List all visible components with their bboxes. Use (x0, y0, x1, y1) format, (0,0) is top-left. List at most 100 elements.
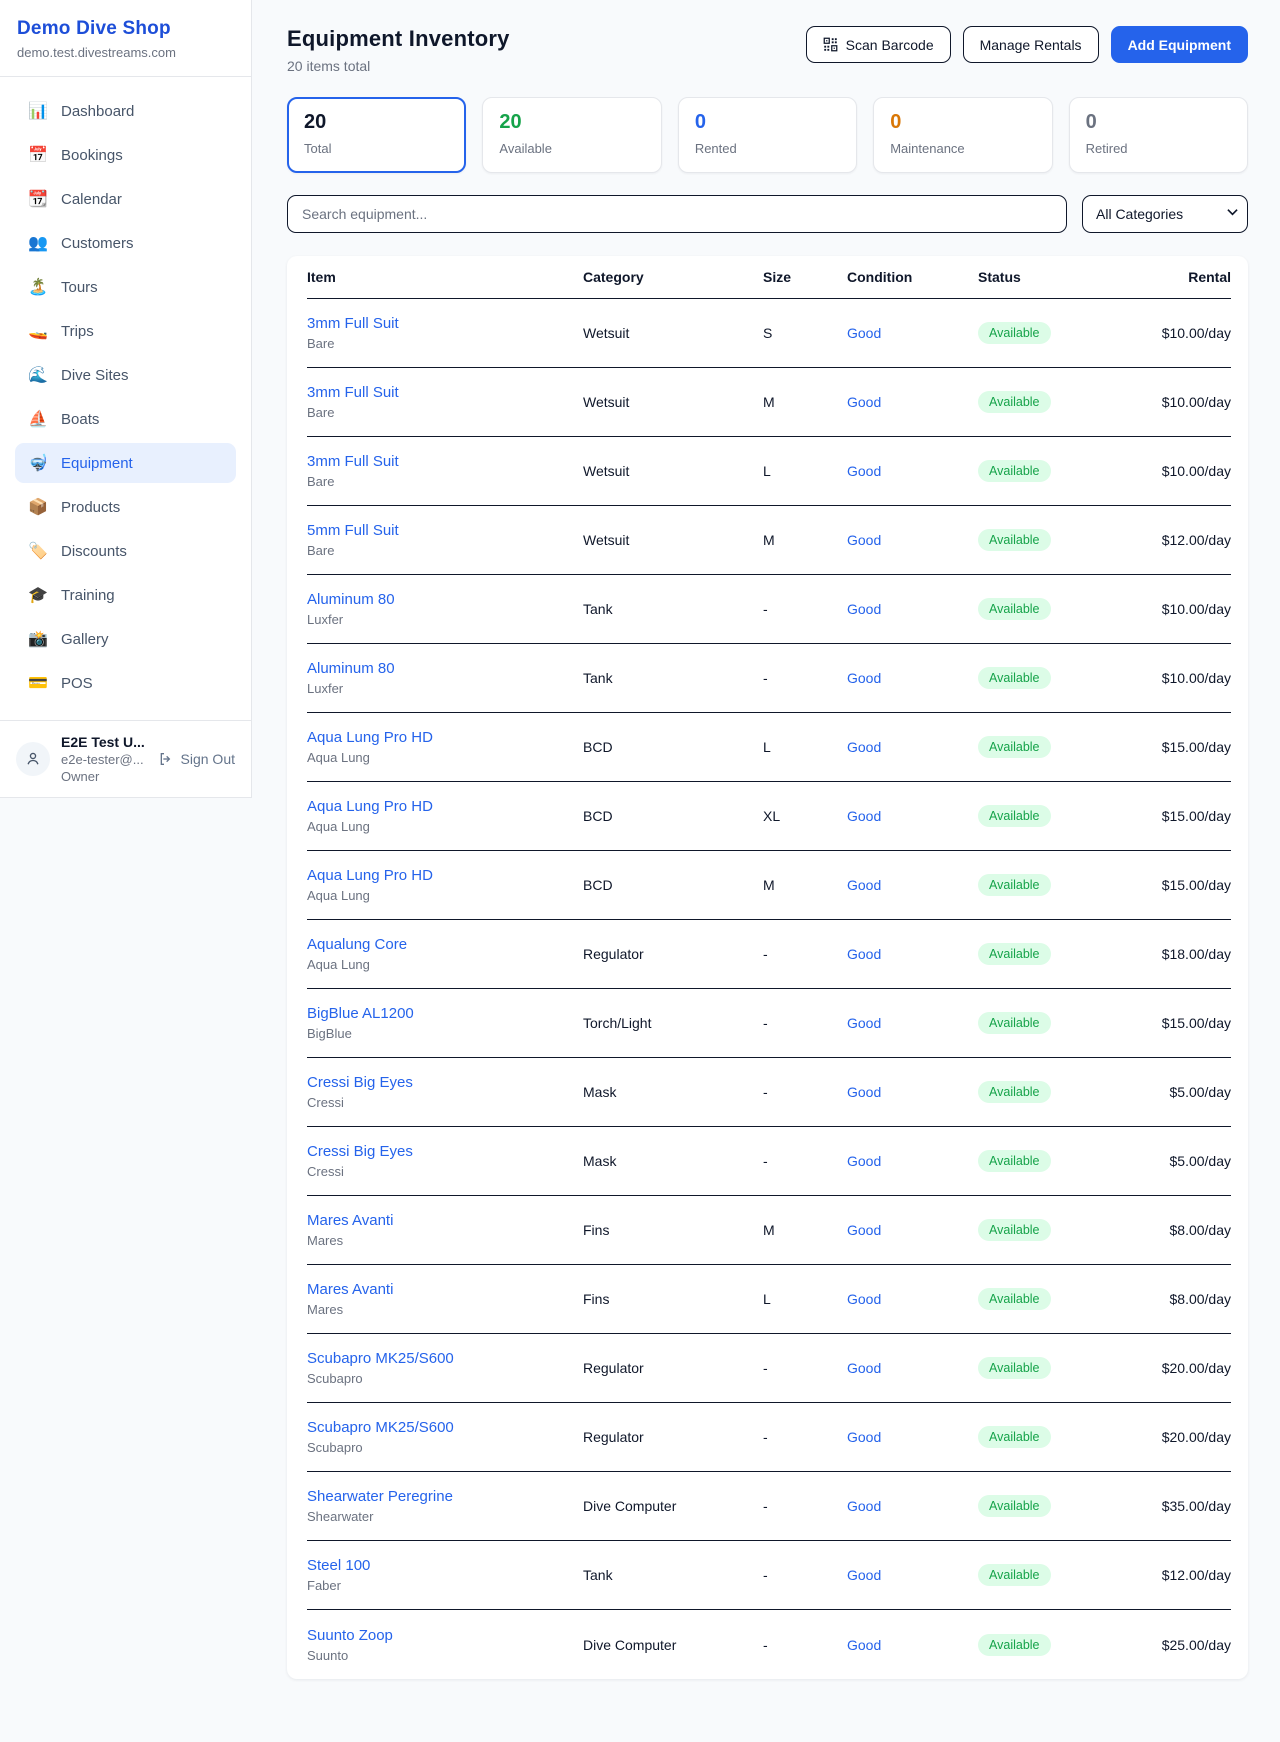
stat-card-rented[interactable]: 0 Rented (678, 97, 857, 173)
gallery-icon: 📸 (28, 629, 48, 649)
item-name-link[interactable]: Cressi Big Eyes (307, 1143, 583, 1160)
sidebar-item-calendar[interactable]: 📆 Calendar (15, 179, 236, 219)
rental-cell: $10.00/day (1155, 601, 1231, 617)
status-cell: Available (978, 874, 1155, 896)
condition-link[interactable]: Good (847, 1222, 978, 1238)
table-row: Steel 100 Faber Tank - Good Available $1… (307, 1541, 1231, 1610)
status-badge: Available (978, 460, 1051, 482)
condition-link[interactable]: Good (847, 1360, 978, 1376)
item-brand: Cressi (307, 1095, 583, 1110)
column-header-status: Status (978, 269, 1155, 285)
sidebar-item-bookings[interactable]: 📅 Bookings (15, 135, 236, 175)
item-name-link[interactable]: Suunto Zoop (307, 1627, 583, 1644)
condition-link[interactable]: Good (847, 670, 978, 686)
rental-cell: $8.00/day (1155, 1291, 1231, 1307)
sidebar-item-equipment[interactable]: 🤿 Equipment (15, 443, 236, 483)
condition-link[interactable]: Good (847, 946, 978, 962)
add-equipment-button[interactable]: Add Equipment (1111, 26, 1248, 63)
equipment-icon: 🤿 (28, 453, 48, 473)
column-header-item: Item (307, 269, 583, 285)
sidebar-item-tours[interactable]: 🏝️ Tours (15, 267, 236, 307)
sidebar-item-pos[interactable]: 💳 POS (15, 663, 236, 703)
sidebar-item-customers[interactable]: 👥 Customers (15, 223, 236, 263)
sidebar-item-discounts[interactable]: 🏷️ Discounts (15, 531, 236, 571)
user-icon (24, 750, 42, 768)
size-cell: - (763, 1084, 847, 1100)
item-name-link[interactable]: Aqualung Core (307, 936, 583, 953)
item-name-link[interactable]: Shearwater Peregrine (307, 1488, 583, 1505)
item-name-link[interactable]: Aluminum 80 (307, 660, 583, 677)
sidebar-item-gallery[interactable]: 📸 Gallery (15, 619, 236, 659)
sign-out-icon (158, 751, 174, 767)
condition-link[interactable]: Good (847, 532, 978, 548)
size-cell: - (763, 1015, 847, 1031)
item-name-link[interactable]: 3mm Full Suit (307, 384, 583, 401)
status-cell: Available (978, 1564, 1155, 1586)
sidebar-item-boats[interactable]: ⛵ Boats (15, 399, 236, 439)
item-name-link[interactable]: 3mm Full Suit (307, 315, 583, 332)
scan-barcode-button[interactable]: Scan Barcode (806, 26, 951, 63)
condition-link[interactable]: Good (847, 394, 978, 410)
size-cell: - (763, 1360, 847, 1376)
item-brand: Bare (307, 336, 583, 351)
status-badge: Available (978, 805, 1051, 827)
condition-link[interactable]: Good (847, 601, 978, 617)
item-name-link[interactable]: Aqua Lung Pro HD (307, 729, 583, 746)
condition-link[interactable]: Good (847, 1637, 978, 1653)
table-row: Aqua Lung Pro HD Aqua Lung BCD L Good Av… (307, 713, 1231, 782)
table-row: Aluminum 80 Luxfer Tank - Good Available… (307, 575, 1231, 644)
status-cell: Available (978, 529, 1155, 551)
condition-link[interactable]: Good (847, 1498, 978, 1514)
sidebar-item-products[interactable]: 📦 Products (15, 487, 236, 527)
category-cell: Fins (583, 1222, 763, 1238)
table-row: Aqua Lung Pro HD Aqua Lung BCD XL Good A… (307, 782, 1231, 851)
manage-rentals-button[interactable]: Manage Rentals (963, 26, 1099, 63)
items-count: 20 items total (287, 58, 510, 74)
condition-link[interactable]: Good (847, 1084, 978, 1100)
condition-link[interactable]: Good (847, 877, 978, 893)
item-name-link[interactable]: Mares Avanti (307, 1212, 583, 1229)
sign-out-button[interactable]: Sign Out (158, 751, 235, 767)
item-name-link[interactable]: Scubapro MK25/S600 (307, 1419, 583, 1436)
item-cell: Cressi Big Eyes Cressi (307, 1074, 583, 1110)
item-name-link[interactable]: Aluminum 80 (307, 591, 583, 608)
item-cell: Aluminum 80 Luxfer (307, 591, 583, 627)
stat-card-available[interactable]: 20 Available (482, 97, 661, 173)
item-name-link[interactable]: Steel 100 (307, 1557, 583, 1574)
status-badge: Available (978, 391, 1051, 413)
condition-link[interactable]: Good (847, 739, 978, 755)
item-cell: Mares Avanti Mares (307, 1281, 583, 1317)
condition-link[interactable]: Good (847, 1153, 978, 1169)
stat-card-retired[interactable]: 0 Retired (1069, 97, 1248, 173)
equipment-table: Item Category Size Condition Status Rent… (287, 256, 1248, 1679)
size-cell: - (763, 1498, 847, 1514)
sidebar-item-training[interactable]: 🎓 Training (15, 575, 236, 615)
category-select[interactable]: All Categories (1082, 195, 1248, 233)
sidebar-item-dive-sites[interactable]: 🌊 Dive Sites (15, 355, 236, 395)
stat-card-total[interactable]: 20 Total (287, 97, 466, 173)
condition-link[interactable]: Good (847, 1291, 978, 1307)
size-cell: - (763, 1429, 847, 1445)
item-name-link[interactable]: Scubapro MK25/S600 (307, 1350, 583, 1367)
condition-link[interactable]: Good (847, 1567, 978, 1583)
item-name-link[interactable]: Aqua Lung Pro HD (307, 867, 583, 884)
status-cell: Available (978, 1357, 1155, 1379)
sidebar-item-trips[interactable]: 🚤 Trips (15, 311, 236, 351)
condition-link[interactable]: Good (847, 1429, 978, 1445)
condition-link[interactable]: Good (847, 463, 978, 479)
item-name-link[interactable]: 5mm Full Suit (307, 522, 583, 539)
stat-card-maintenance[interactable]: 0 Maintenance (873, 97, 1052, 173)
item-name-link[interactable]: Mares Avanti (307, 1281, 583, 1298)
search-input[interactable] (287, 195, 1067, 233)
condition-link[interactable]: Good (847, 1015, 978, 1031)
condition-link[interactable]: Good (847, 808, 978, 824)
rental-cell: $15.00/day (1155, 739, 1231, 755)
item-name-link[interactable]: BigBlue AL1200 (307, 1005, 583, 1022)
item-name-link[interactable]: 3mm Full Suit (307, 453, 583, 470)
trips-icon: 🚤 (28, 321, 48, 341)
sidebar-item-dashboard[interactable]: 📊 Dashboard (15, 91, 236, 131)
item-name-link[interactable]: Cressi Big Eyes (307, 1074, 583, 1091)
category-cell: Regulator (583, 1360, 763, 1376)
condition-link[interactable]: Good (847, 325, 978, 341)
item-name-link[interactable]: Aqua Lung Pro HD (307, 798, 583, 815)
